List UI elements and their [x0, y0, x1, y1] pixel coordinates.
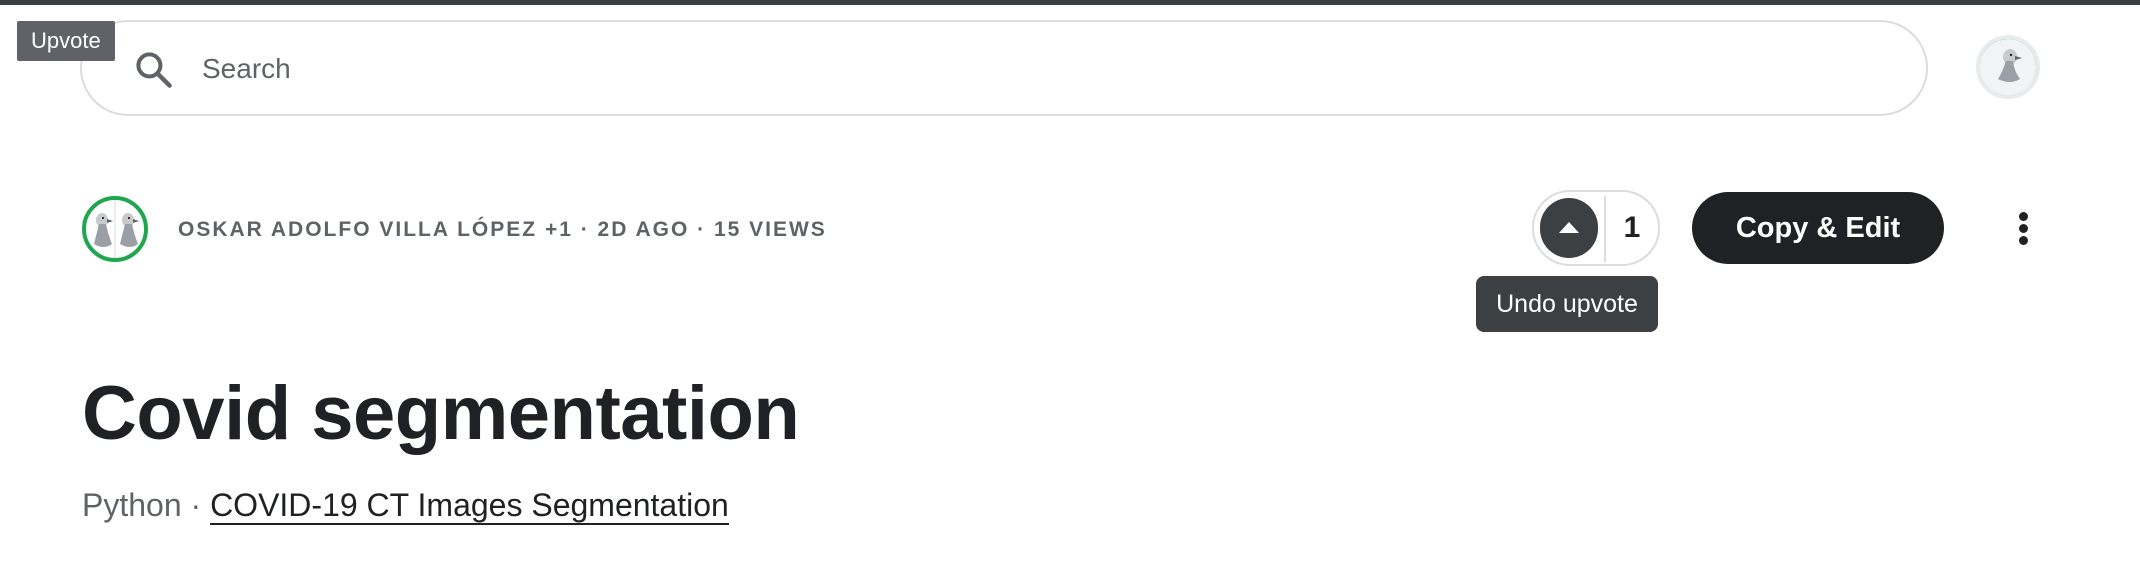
language-label: Python — [82, 487, 182, 523]
separator: · — [190, 487, 202, 523]
search-box[interactable] — [80, 20, 1928, 116]
more-vertical-icon — [2019, 212, 2028, 221]
upvote-count[interactable]: 1 — [1606, 192, 1658, 264]
page-title: Covid segmentation — [82, 371, 800, 456]
more-vertical-icon — [2019, 236, 2028, 245]
more-vertical-icon — [2019, 224, 2028, 233]
notebook-meta: OSKAR ADOLFO VILLA LÓPEZ +1 · 2D AGO · 1… — [178, 218, 827, 241]
top-progress-bar — [0, 0, 2140, 5]
search-input[interactable] — [202, 44, 1802, 94]
author-avatars[interactable] — [82, 196, 148, 262]
upvote-hint-tooltip: Upvote — [17, 21, 115, 61]
goose-avatar-icon — [94, 200, 139, 258]
undo-upvote-tooltip: Undo upvote — [1476, 276, 1658, 332]
copy-edit-button[interactable]: Copy & Edit — [1692, 192, 1944, 264]
upvote-triangle-icon — [1559, 222, 1579, 233]
search-icon — [136, 52, 172, 88]
notebook-subtitle: Python · COVID-19 CT Images Segmentation — [82, 487, 729, 525]
upvote-control: 1 — [1532, 190, 1660, 266]
user-avatar[interactable] — [1976, 35, 2040, 99]
dataset-link[interactable]: COVID-19 CT Images Segmentation — [210, 487, 729, 525]
more-options-button[interactable] — [2006, 202, 2042, 254]
upvote-button[interactable] — [1540, 198, 1598, 258]
progress-ring — [1980, 39, 2036, 95]
